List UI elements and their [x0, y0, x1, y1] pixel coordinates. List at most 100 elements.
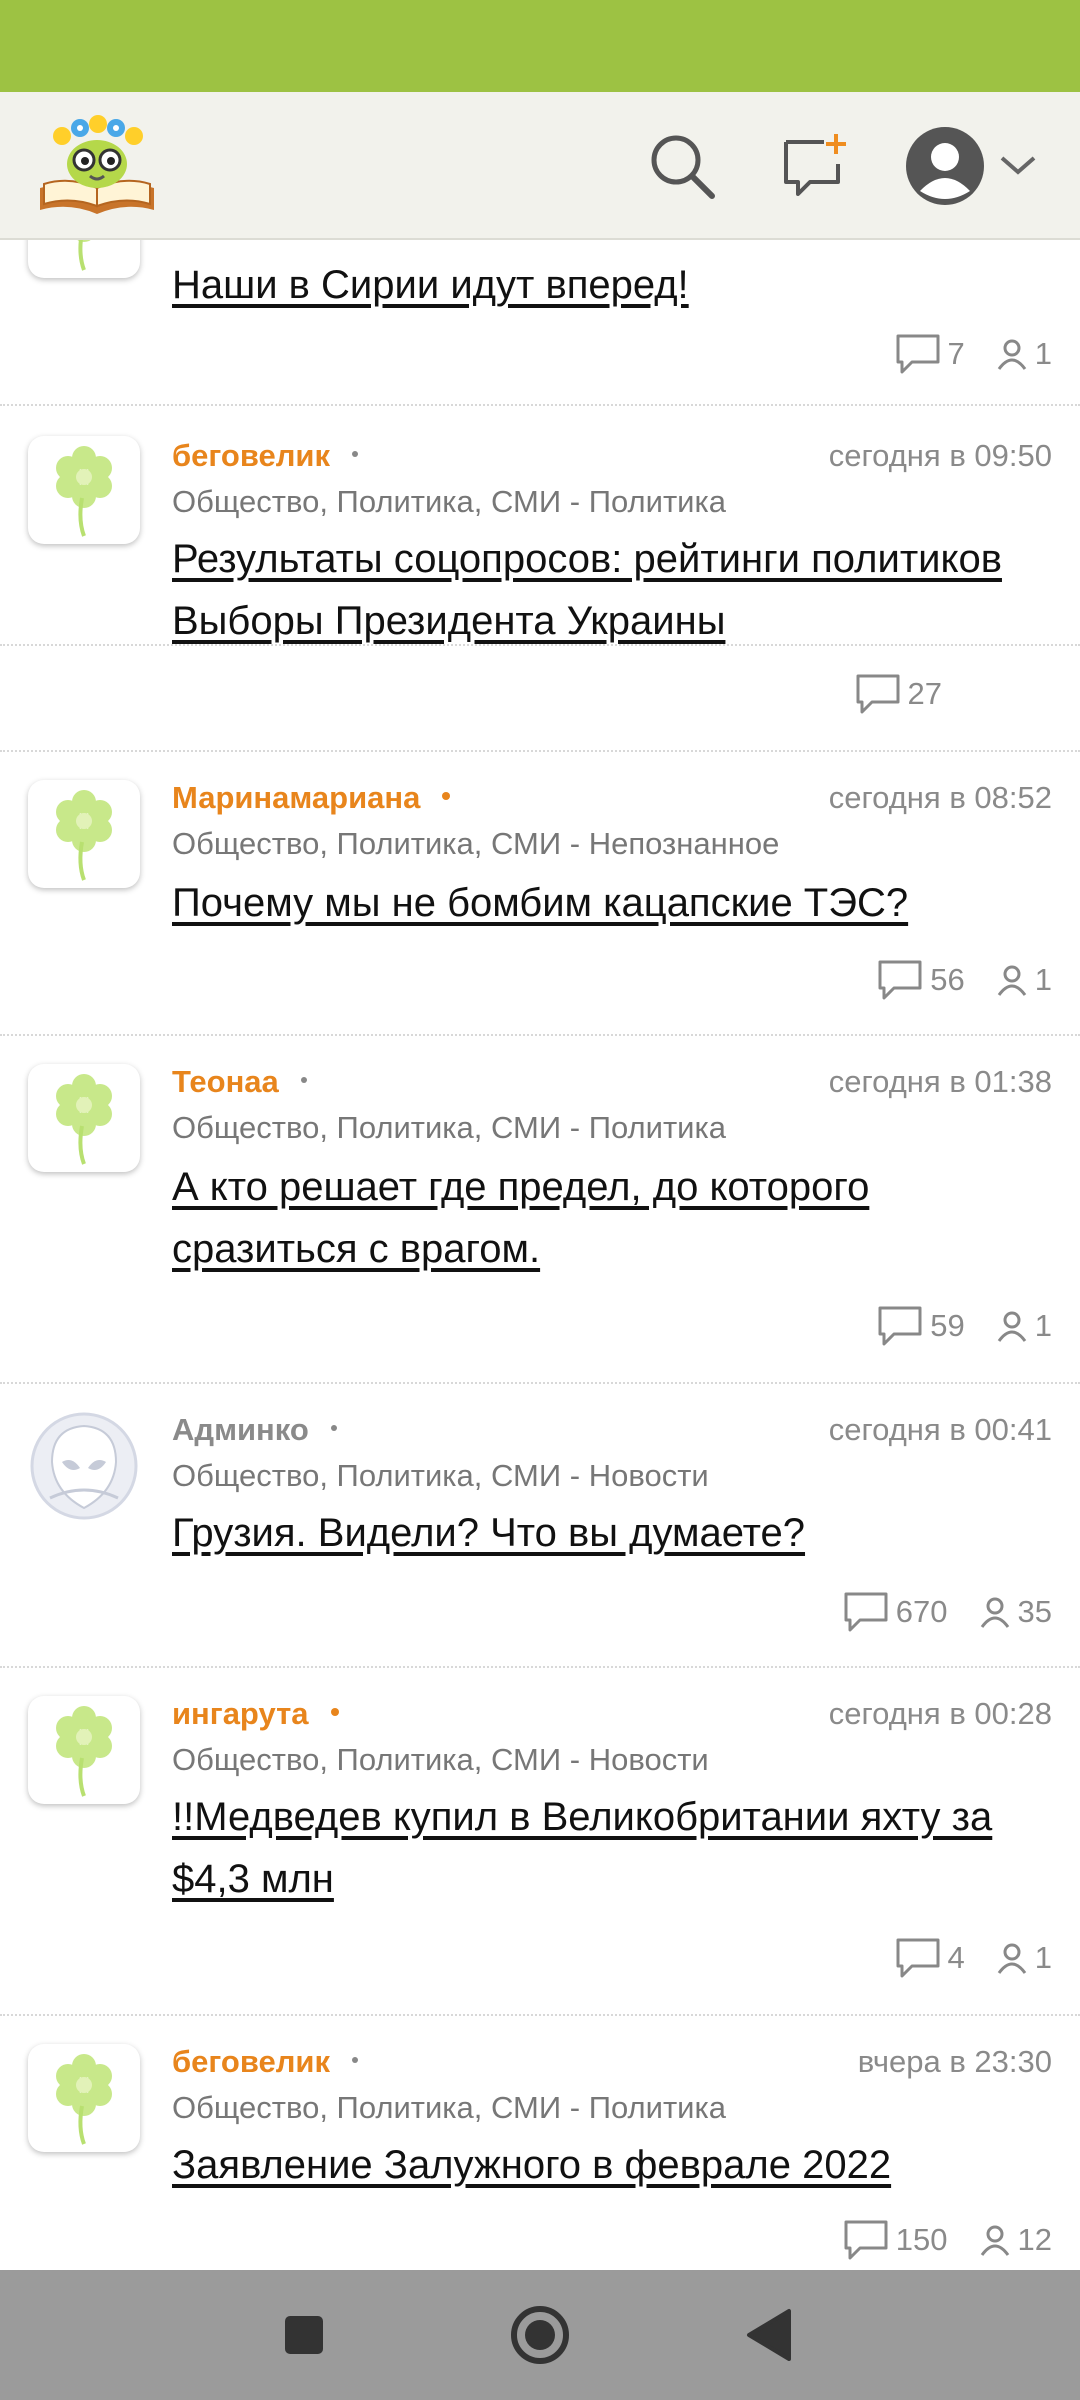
comments-number: 7 — [947, 336, 965, 371]
comments-count[interactable]: 150 — [842, 2218, 948, 2262]
participants-number: 1 — [1034, 336, 1052, 371]
comments-count[interactable]: 7 — [894, 332, 965, 376]
comment-icon — [878, 1306, 922, 1346]
flower-avatar-icon — [56, 1074, 112, 1165]
author-name: ингарута — [172, 1696, 309, 1731]
comments-count[interactable]: 4 — [894, 1936, 965, 1980]
author-link[interactable]: Маринамариана — [172, 780, 451, 816]
topic-feed: Наши в Сирии идут вперед! 7 1 беговелик … — [0, 240, 1080, 2270]
author-avatar[interactable] — [28, 780, 140, 888]
status-dot — [300, 1076, 307, 1083]
author-link[interactable]: Теонаа — [172, 1064, 307, 1100]
system-nav-bar — [0, 2270, 1080, 2400]
comments-number: 4 — [947, 1940, 965, 1975]
post-stats: 56 1 — [846, 958, 1052, 1002]
person-icon — [997, 1311, 1026, 1342]
post-category[interactable]: Общество, Политика, СМИ - Политика — [172, 484, 726, 520]
post-time: вчера в 23:30 — [857, 2044, 1052, 2079]
author-link[interactable]: беговелик — [172, 2044, 358, 2080]
post-item: Теонаа сегодня в 01:38 Общество, Политик… — [0, 1038, 1080, 1384]
alien-avatar-icon — [30, 1412, 138, 1520]
post-category[interactable]: Общество, Политика, СМИ - Политика — [172, 2090, 726, 2126]
comments-count[interactable]: 27 — [854, 672, 942, 716]
new-message-icon — [784, 134, 846, 196]
post-time: сегодня в 08:52 — [828, 780, 1052, 815]
post-stats: 670 35 — [812, 1590, 1052, 1634]
post-category[interactable]: Общество, Политика, СМИ - Непознанное — [172, 826, 779, 862]
circle-home-icon — [511, 2306, 569, 2364]
participants-number: 35 — [1017, 1594, 1052, 1629]
author-avatar[interactable] — [28, 1696, 140, 1804]
participants-count: 1 — [995, 1940, 1052, 1976]
participants-count: 1 — [995, 962, 1052, 998]
flower-avatar-icon — [56, 1706, 112, 1797]
post-title[interactable]: Грузия. Видели? Что вы думаете? — [172, 1502, 1052, 1564]
person-icon — [997, 1943, 1026, 1974]
author-avatar[interactable] — [28, 1412, 140, 1520]
post-title[interactable]: Заявление Залужного в феврале 2022 — [172, 2134, 1052, 2196]
comment-icon — [856, 674, 900, 714]
person-icon — [997, 339, 1026, 370]
status-dot — [351, 2056, 358, 2063]
triangle-back-icon — [747, 2309, 791, 2361]
participants-count: 1 — [995, 336, 1052, 372]
participants-count: 35 — [978, 1594, 1052, 1630]
author-name: Маринамариана — [172, 780, 421, 815]
post-title[interactable]: !!Медведев купил в Великобритании яхту з… — [172, 1786, 1052, 1910]
participants-number: 1 — [1034, 962, 1052, 997]
new-post-button[interactable] — [768, 120, 860, 212]
flower-avatar-icon — [56, 446, 112, 537]
author-name: Теонаа — [172, 1064, 279, 1099]
author-name: беговелик — [172, 2044, 330, 2079]
site-logo[interactable] — [34, 110, 160, 222]
comments-count[interactable]: 59 — [876, 1304, 965, 1348]
home-button[interactable] — [500, 2295, 580, 2375]
post-stats: 27 — [824, 672, 1052, 716]
comment-icon — [844, 2220, 888, 2260]
chevron-down-icon — [1000, 156, 1036, 175]
comments-number: 27 — [907, 676, 942, 711]
status-bar — [0, 0, 1080, 92]
post-stats: 150 12 — [812, 2218, 1052, 2262]
person-icon — [980, 1597, 1009, 1628]
post-title[interactable]: Почему мы не бомбим кацапские ТЭС? — [172, 872, 1052, 934]
author-link[interactable]: беговелик — [172, 438, 358, 474]
comment-icon — [878, 960, 922, 1000]
comment-icon — [896, 1938, 939, 1978]
post-title[interactable]: Наши в Сирии идут вперед! — [172, 254, 1052, 316]
post-category[interactable]: Общество, Политика, СМИ - Новости — [172, 1742, 709, 1778]
post-item: ингарута сегодня в 00:28 Общество, Полит… — [0, 1670, 1080, 2016]
comments-count[interactable]: 56 — [876, 958, 965, 1002]
search-button[interactable] — [636, 120, 728, 212]
post-item: Маринамариана сегодня в 08:52 Общество, … — [0, 754, 1080, 1036]
search-icon — [651, 135, 715, 199]
post-title[interactable]: Результаты соцопросов: рейтинги политико… — [172, 528, 1052, 652]
author-avatar[interactable] — [28, 240, 140, 278]
post-category[interactable]: Общество, Политика, СМИ - Политика — [172, 1110, 726, 1146]
comments-count[interactable]: 670 — [842, 1590, 948, 1634]
flower-avatar-icon — [77, 240, 91, 271]
recents-button[interactable] — [264, 2295, 344, 2375]
online-dot — [330, 1707, 339, 1716]
comments-number: 150 — [895, 2222, 948, 2257]
online-dot — [442, 791, 451, 800]
post-item: Наши в Сирии идут вперед! 7 1 — [0, 240, 1080, 406]
post-time: сегодня в 09:50 — [828, 438, 1052, 473]
author-link[interactable]: Админко — [172, 1412, 337, 1448]
comments-number: 56 — [930, 962, 965, 997]
author-avatar[interactable] — [28, 2044, 140, 2152]
author-name: беговелик — [172, 438, 330, 473]
post-stats: 4 1 — [864, 1936, 1052, 1980]
post-title[interactable]: А кто решает где предел, до которого сра… — [172, 1156, 1052, 1280]
author-avatar[interactable] — [28, 436, 140, 544]
author-link[interactable]: ингарута — [172, 1696, 339, 1732]
participants-count: 12 — [978, 2222, 1052, 2258]
author-avatar[interactable] — [28, 1064, 140, 1172]
participants-count: 1 — [995, 1308, 1052, 1344]
comments-number: 670 — [895, 1594, 948, 1629]
user-menu-button[interactable] — [896, 120, 1046, 212]
post-category[interactable]: Общество, Политика, СМИ - Новости — [172, 1458, 709, 1494]
status-dot — [330, 1424, 337, 1431]
back-button[interactable] — [730, 2295, 810, 2375]
status-dot — [351, 450, 358, 457]
